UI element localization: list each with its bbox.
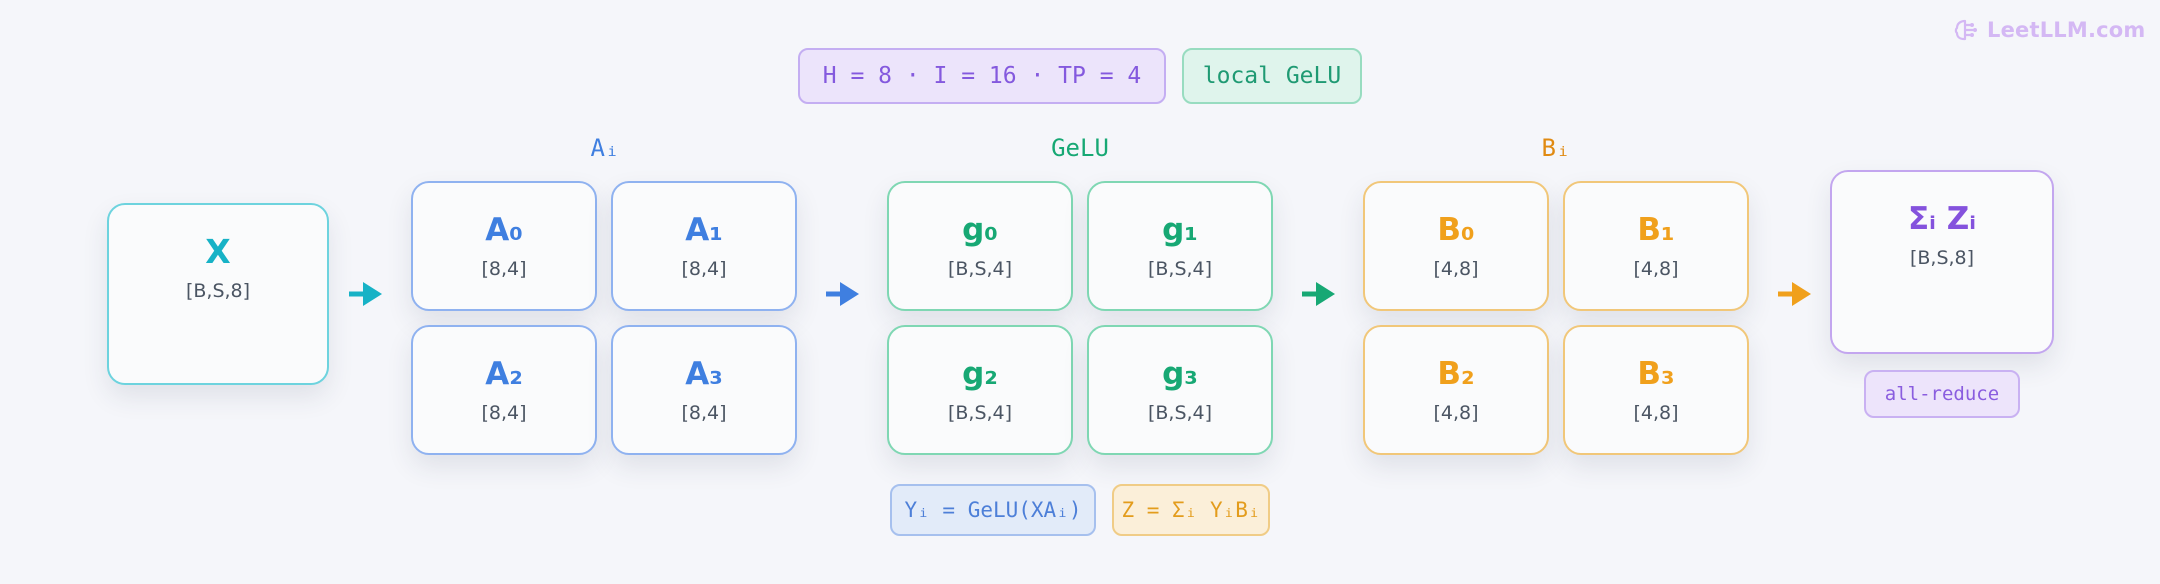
brand-logo: LeetLLM.com bbox=[1953, 14, 2146, 46]
formula-y-pill: Yᵢ = GeLU(XAᵢ) bbox=[890, 484, 1096, 536]
arrow-b-to-sum bbox=[1778, 281, 1812, 307]
gelu-shard-name: g₁ bbox=[1162, 212, 1198, 248]
b-shard-name: B₀ bbox=[1437, 212, 1475, 248]
a-shard-dim: [8,4] bbox=[681, 402, 727, 424]
b-shard-dim: [4,8] bbox=[1633, 402, 1679, 424]
a-shard-name: A₃ bbox=[685, 356, 723, 392]
arrow-x-to-a bbox=[349, 281, 383, 307]
x-name: X bbox=[205, 232, 231, 271]
gelu-shard-1: g₁ [B,S,4] bbox=[1087, 181, 1273, 311]
formula-z-pill: Z = Σᵢ YᵢBᵢ bbox=[1112, 484, 1270, 536]
params-pill: H = 8 · I = 16 · TP = 4 bbox=[798, 48, 1166, 104]
a-group-label: Aᵢ bbox=[590, 134, 620, 162]
a-shard-dim: [8,4] bbox=[681, 258, 727, 280]
b-shard-name: B₂ bbox=[1437, 356, 1475, 392]
a-shard-0: A₀ [8,4] bbox=[411, 181, 597, 311]
brain-icon bbox=[1954, 19, 1977, 41]
a-shard-1: A₁ [8,4] bbox=[611, 181, 797, 311]
gelu-shard-dim: [B,S,4] bbox=[1147, 402, 1213, 424]
gelu-group-label: GeLU bbox=[1051, 134, 1109, 162]
a-shard-2: A₂ [8,4] bbox=[411, 325, 597, 455]
gelu-shard-name: g₂ bbox=[962, 356, 998, 392]
sum-dim: [B,S,8] bbox=[1909, 247, 1975, 269]
b-group-label: Bᵢ bbox=[1541, 134, 1571, 162]
b-shard-1: B₁ [4,8] bbox=[1563, 181, 1749, 311]
b-shard-2: B₂ [4,8] bbox=[1363, 325, 1549, 455]
gelu-shard-name: g₃ bbox=[1162, 356, 1198, 392]
x-dim: [B,S,8] bbox=[185, 280, 251, 302]
b-shard-3: B₃ [4,8] bbox=[1563, 325, 1749, 455]
a-shard-dim: [8,4] bbox=[481, 402, 527, 424]
gelu-shard-name: g₀ bbox=[962, 212, 998, 248]
gelu-shard-0: g₀ [B,S,4] bbox=[887, 181, 1073, 311]
b-shard-dim: [4,8] bbox=[1433, 258, 1479, 280]
local-gelu-pill: local GeLU bbox=[1182, 48, 1362, 104]
gelu-shard-2: g₂ [B,S,4] bbox=[887, 325, 1073, 455]
a-shard-3: A₃ [8,4] bbox=[611, 325, 797, 455]
gelu-shard-dim: [B,S,4] bbox=[947, 402, 1013, 424]
a-shard-name: A₀ bbox=[485, 212, 523, 248]
a-shard-dim: [8,4] bbox=[481, 258, 527, 280]
b-shard-0: B₀ [4,8] bbox=[1363, 181, 1549, 311]
gelu-shard-dim: [B,S,4] bbox=[947, 258, 1013, 280]
sum-z-box: Σᵢ Zᵢ [B,S,8] bbox=[1830, 170, 2054, 354]
a-shard-name: A₂ bbox=[485, 356, 523, 392]
b-shard-name: B₁ bbox=[1637, 212, 1675, 248]
gelu-shard-dim: [B,S,4] bbox=[1147, 258, 1213, 280]
arrow-a-to-g bbox=[826, 281, 860, 307]
sum-name: Σᵢ Zᵢ bbox=[1907, 201, 1977, 237]
arrow-g-to-b bbox=[1302, 281, 1336, 307]
b-shard-dim: [4,8] bbox=[1633, 258, 1679, 280]
a-shard-name: A₁ bbox=[685, 212, 723, 248]
all-reduce-pill: all-reduce bbox=[1864, 370, 2020, 418]
b-shard-name: B₃ bbox=[1637, 356, 1675, 392]
gelu-shard-3: g₃ [B,S,4] bbox=[1087, 325, 1273, 455]
brand-text: LeetLLM.com bbox=[1987, 18, 2146, 42]
b-shard-dim: [4,8] bbox=[1433, 402, 1479, 424]
input-x-box: X [B,S,8] bbox=[107, 203, 329, 385]
